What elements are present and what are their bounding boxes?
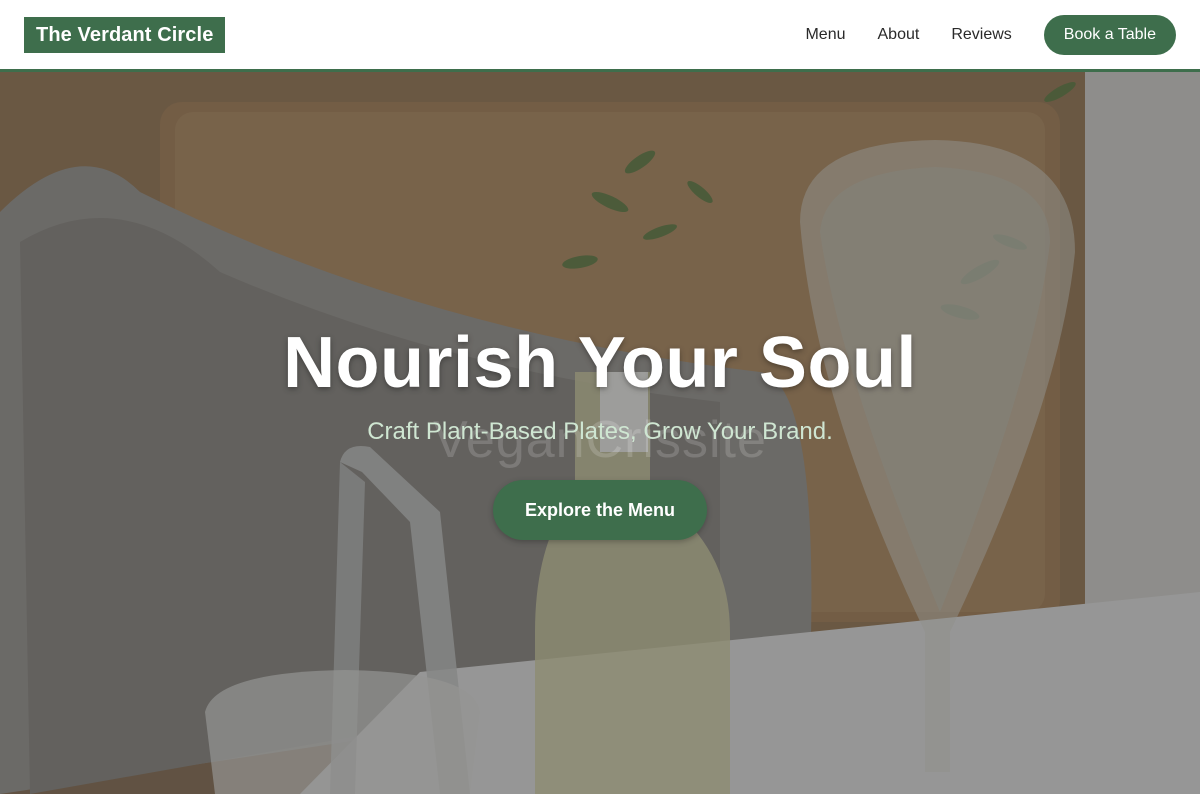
site-logo[interactable]: The Verdant Circle	[24, 16, 226, 53]
nav-link-reviews[interactable]: Reviews	[951, 26, 1011, 44]
explore-menu-button[interactable]: Explore the Menu	[493, 480, 707, 540]
hero-subtitle: Craft Plant-Based Plates, Grow Your Bran…	[367, 418, 833, 445]
nav-link-about[interactable]: About	[878, 26, 920, 44]
hero-content: VeganCrissite Nourish Your Soul Craft Pl…	[0, 72, 1200, 794]
book-table-button[interactable]: Book a Table	[1043, 14, 1176, 55]
nav-link-menu[interactable]: Menu	[805, 26, 845, 44]
hero-section: VeganCrissite Nourish Your Soul Craft Pl…	[0, 72, 1200, 794]
main-nav: Menu About Reviews Book a Table	[805, 14, 1176, 55]
hero-title: Nourish Your Soul	[283, 323, 917, 403]
site-header: The Verdant Circle Menu About Reviews Bo…	[0, 0, 1200, 72]
